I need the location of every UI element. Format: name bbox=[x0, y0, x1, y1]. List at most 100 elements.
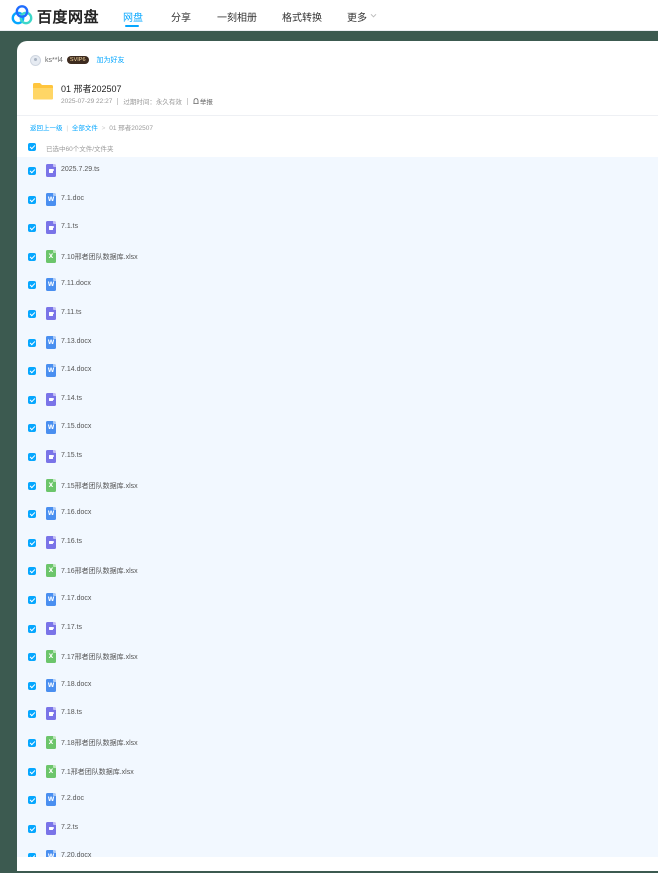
file-checkbox[interactable] bbox=[28, 281, 36, 290]
nav-tab-share[interactable]: 分享 bbox=[171, 9, 191, 24]
nav-tab-format-convert[interactable]: 格式转换 bbox=[282, 9, 322, 24]
file-row[interactable]: W 7.20.docx bbox=[17, 843, 658, 857]
nav-tab-netdisk[interactable]: 网盘 bbox=[123, 9, 143, 24]
file-checkbox[interactable] bbox=[28, 424, 36, 433]
file-name[interactable]: 7.18.docx bbox=[61, 681, 91, 688]
video-file-icon bbox=[46, 307, 56, 320]
nav-tab-more[interactable]: 更多 bbox=[347, 9, 367, 24]
file-row[interactable]: 7.1.ts bbox=[17, 214, 658, 243]
file-row[interactable]: 7.11.ts bbox=[17, 300, 658, 329]
file-checkbox[interactable] bbox=[28, 338, 36, 347]
file-checkbox[interactable] bbox=[28, 252, 36, 261]
file-name[interactable]: 7.11.docx bbox=[61, 280, 91, 287]
owner-name[interactable]: ks**l4 bbox=[45, 57, 63, 64]
file-name[interactable]: 7.16邢者团队数据库.xlsx bbox=[61, 566, 138, 576]
breadcrumb-back-link[interactable]: 返回上一级 bbox=[30, 125, 63, 132]
file-checkbox[interactable] bbox=[28, 596, 36, 604]
file-row[interactable]: W 7.16.docx bbox=[17, 500, 658, 529]
file-checkbox[interactable] bbox=[28, 824, 36, 833]
file-name[interactable]: 7.13.docx bbox=[61, 338, 91, 345]
file-row[interactable]: 7.18.ts bbox=[17, 700, 658, 729]
file-checkbox[interactable] bbox=[28, 567, 36, 576]
file-name[interactable]: 7.18邢者团队数据库.xlsx bbox=[61, 738, 138, 748]
file-name[interactable]: 7.14.docx bbox=[61, 366, 91, 373]
file-checkbox[interactable] bbox=[28, 367, 36, 376]
baidu-netdisk-logo-icon[interactable] bbox=[11, 5, 33, 25]
word-file-icon: W bbox=[46, 192, 56, 206]
header-divider bbox=[17, 115, 658, 116]
file-name[interactable]: 7.1邢者团队数据库.xlsx bbox=[61, 767, 134, 777]
brand-name[interactable]: 百度网盘 bbox=[37, 6, 99, 27]
chevron-down-icon[interactable] bbox=[369, 11, 378, 20]
file-row[interactable]: 7.2.ts bbox=[17, 815, 658, 844]
file-checkbox[interactable] bbox=[28, 653, 36, 662]
meta-divider bbox=[117, 97, 119, 105]
excel-file-icon: X bbox=[46, 249, 56, 263]
file-name[interactable]: 7.15邢者团队数据库.xlsx bbox=[61, 481, 138, 491]
file-checkbox[interactable] bbox=[28, 767, 36, 776]
file-name[interactable]: 7.11.ts bbox=[61, 309, 82, 316]
file-checkbox[interactable] bbox=[28, 395, 36, 404]
file-name[interactable]: 7.17邢者团队数据库.xlsx bbox=[61, 652, 138, 662]
file-row[interactable]: X 7.16邢者团队数据库.xlsx bbox=[17, 557, 658, 586]
file-name[interactable]: 7.16.docx bbox=[61, 509, 91, 516]
select-all-checkbox[interactable] bbox=[28, 143, 36, 151]
file-checkbox[interactable] bbox=[28, 624, 36, 633]
file-checkbox[interactable] bbox=[28, 796, 36, 805]
share-card: ks**l4 SVIP6 加为好友 01 邢者202507 2025-07-29… bbox=[17, 41, 658, 871]
file-checkbox[interactable] bbox=[28, 481, 36, 490]
file-name[interactable]: 7.15.ts bbox=[61, 452, 82, 459]
file-checkbox[interactable] bbox=[28, 224, 36, 233]
file-row[interactable]: 7.17.ts bbox=[17, 615, 658, 644]
file-row[interactable]: X 7.18邢者团队数据库.xlsx bbox=[17, 729, 658, 758]
file-row[interactable]: X 7.15邢者团队数据库.xlsx bbox=[17, 472, 658, 501]
file-checkbox[interactable] bbox=[28, 538, 36, 547]
file-name[interactable]: 7.15.docx bbox=[61, 423, 91, 430]
file-checkbox[interactable] bbox=[28, 510, 36, 519]
file-row[interactable]: X 7.1邢者团队数据库.xlsx bbox=[17, 758, 658, 787]
file-name[interactable]: 2025.7.29.ts bbox=[61, 166, 100, 173]
file-row[interactable]: 7.15.ts bbox=[17, 443, 658, 472]
file-name[interactable]: 7.17.ts bbox=[61, 624, 82, 631]
file-name[interactable]: 7.10邢者团队数据库.xlsx bbox=[61, 252, 138, 262]
file-row[interactable]: W 7.17.docx bbox=[17, 586, 658, 615]
file-row[interactable]: 7.16.ts bbox=[17, 529, 658, 558]
file-row[interactable]: W 7.2.doc bbox=[17, 786, 658, 815]
nav-tab-moments-album[interactable]: 一刻相册 bbox=[217, 9, 257, 24]
breadcrumb-all-files-link[interactable]: 全部文件 bbox=[72, 125, 98, 132]
file-checkbox[interactable] bbox=[28, 195, 36, 204]
file-row[interactable]: W 7.15.docx bbox=[17, 414, 658, 443]
file-name[interactable]: 7.18.ts bbox=[61, 709, 82, 716]
file-row[interactable]: W 7.1.doc bbox=[17, 186, 658, 215]
file-row[interactable]: X 7.10邢者团队数据库.xlsx bbox=[17, 243, 658, 272]
file-checkbox[interactable] bbox=[28, 710, 36, 719]
word-file-icon: W bbox=[46, 850, 56, 857]
file-checkbox[interactable] bbox=[28, 739, 36, 747]
file-checkbox[interactable] bbox=[28, 167, 36, 175]
word-file-icon: W bbox=[46, 364, 56, 378]
report-button[interactable]: 举报 bbox=[193, 96, 213, 106]
file-name[interactable]: 7.2.doc bbox=[61, 795, 84, 802]
file-row[interactable]: X 7.17邢者团队数据库.xlsx bbox=[17, 643, 658, 672]
file-row[interactable]: W 7.11.docx bbox=[17, 271, 658, 300]
excel-file-icon: X bbox=[46, 564, 56, 578]
file-checkbox[interactable] bbox=[28, 453, 36, 461]
file-row[interactable]: W 7.18.docx bbox=[17, 672, 658, 701]
file-name[interactable]: 7.16.ts bbox=[61, 538, 82, 545]
file-name[interactable]: 7.17.docx bbox=[61, 595, 91, 602]
file-checkbox[interactable] bbox=[28, 310, 36, 318]
file-row[interactable]: W 7.14.docx bbox=[17, 357, 658, 386]
file-name[interactable]: 7.1.ts bbox=[61, 223, 78, 230]
file-row[interactable]: W 7.13.docx bbox=[17, 329, 658, 358]
file-row[interactable]: 7.14.ts bbox=[17, 386, 658, 415]
file-checkbox[interactable] bbox=[28, 681, 36, 690]
file-name[interactable]: 7.2.ts bbox=[61, 824, 78, 831]
file-name[interactable]: 7.1.doc bbox=[61, 195, 84, 202]
selection-summary: 已选中60个文件/文件夹 bbox=[46, 146, 114, 153]
file-row[interactable]: 2025.7.29.ts bbox=[17, 157, 658, 186]
avatar[interactable] bbox=[30, 54, 41, 66]
add-friend-link[interactable]: 加为好友 bbox=[97, 55, 125, 65]
video-file-icon bbox=[46, 164, 56, 177]
file-name[interactable]: 7.14.ts bbox=[61, 395, 82, 402]
card-bottom-strip bbox=[17, 857, 658, 871]
